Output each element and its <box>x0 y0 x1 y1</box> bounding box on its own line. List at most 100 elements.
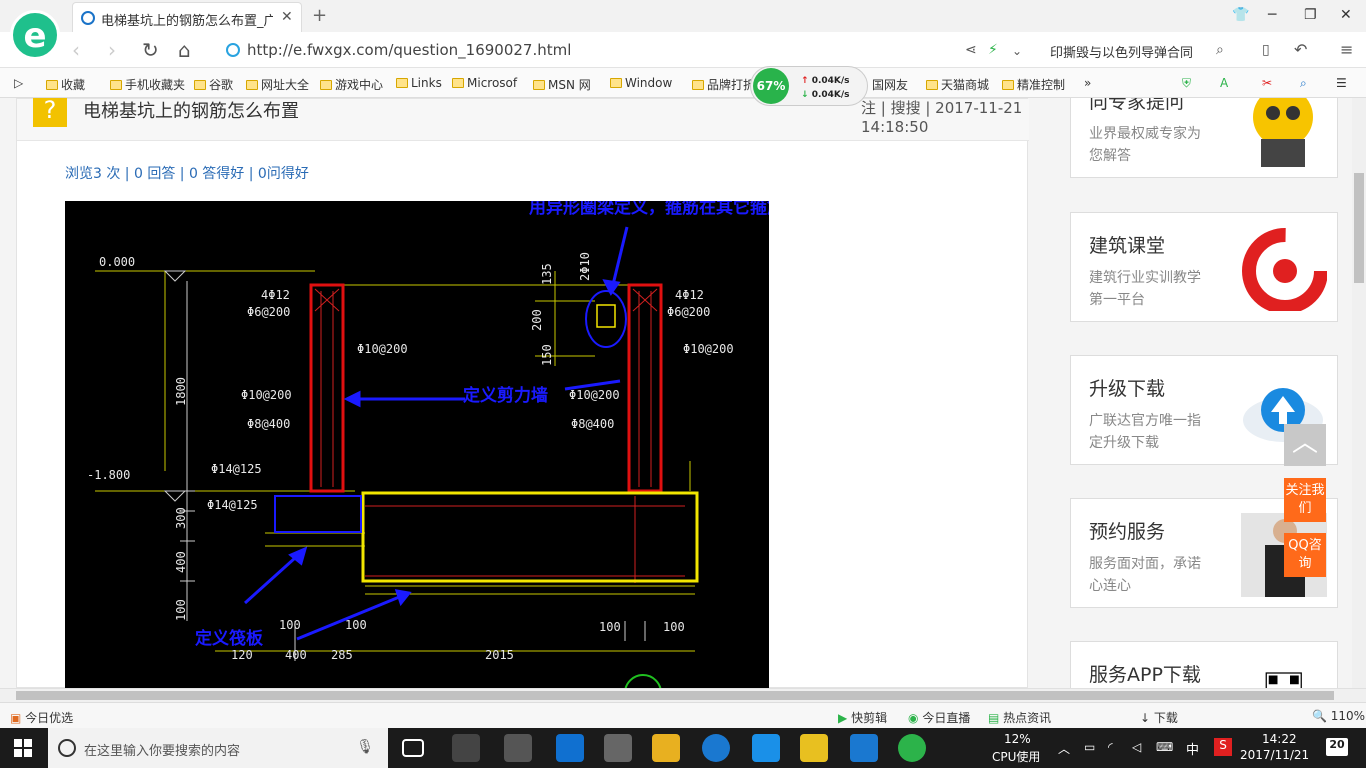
back-to-top-button[interactable]: ︿ <box>1284 424 1326 466</box>
shield-icon[interactable]: ⛨ <box>1182 76 1191 91</box>
bookmark-item[interactable]: Links <box>396 76 442 90</box>
card-expert[interactable]: 向专家提问 业界最权威专家为您解答 <box>1070 98 1338 178</box>
status-item[interactable]: ↓ 下载 <box>1140 709 1178 726</box>
clock-date[interactable]: 2017/11/21 <box>1240 748 1309 762</box>
download-speed: ↓ 0.04K/s <box>801 90 850 100</box>
zoom-level[interactable]: 🔍 110% <box>1312 709 1365 723</box>
follow-us-button[interactable]: 关注我们 <box>1284 478 1326 522</box>
scroll-thumb[interactable] <box>1354 173 1364 283</box>
taskbar: 在这里输入你要搜索的内容 🎙 12% CPU使用 ︿ ▭ ◜ ◁ ⌨ 中 S 1… <box>0 728 1366 768</box>
ime-indicator[interactable]: 中 <box>1186 739 1199 758</box>
question-stats[interactable]: 浏览3 次 | 0 回答 | 0 答得好 | 0问得好 <box>65 163 309 183</box>
back-button[interactable]: ‹ <box>72 38 80 62</box>
memory-percent: 67% <box>753 68 789 104</box>
close-window-button[interactable]: ✕ <box>1340 7 1352 23</box>
url-input[interactable]: http://e.fwxgx.com/question_1690027.html <box>247 41 571 59</box>
home-button[interactable]: ⌂ <box>178 38 191 62</box>
cad-label: Φ10@200 <box>569 388 620 402</box>
today-picks[interactable]: ▣ 今日优选 <box>10 709 73 726</box>
bookmark-item[interactable]: 国网友 <box>872 76 908 93</box>
task-view-icon[interactable] <box>402 739 424 757</box>
chevron-down-icon[interactable]: ⌄ <box>1012 44 1022 58</box>
cad-label: 100 <box>279 618 301 632</box>
restore-button[interactable]: ❐ <box>1304 7 1317 23</box>
vertical-scrollbar[interactable] <box>1352 98 1366 688</box>
taskbar-search-input[interactable]: 在这里输入你要搜索的内容 <box>84 740 240 759</box>
minimize-button[interactable]: ─ <box>1268 7 1276 23</box>
cad-label: Φ14@125 <box>211 462 262 476</box>
cad-label: 100 <box>599 620 621 634</box>
sogou-icon[interactable]: S <box>1214 738 1232 756</box>
app-fan-icon[interactable] <box>452 734 480 762</box>
app-chrome-icon[interactable] <box>504 734 532 762</box>
more-bookmarks-icon[interactable]: » <box>1084 76 1091 90</box>
bookmark-item[interactable]: 精准控制 <box>1002 76 1065 93</box>
share-icon[interactable]: ⋖ <box>965 42 977 58</box>
scroll-thumb[interactable] <box>16 691 1334 700</box>
bookmark-item[interactable]: 品牌打折 <box>692 76 755 93</box>
shirt-icon[interactable]: 👕 <box>1232 7 1249 23</box>
bookmark-item[interactable]: MSN 网 <box>533 76 591 93</box>
card-app[interactable]: 服务APP下载 <box>1070 641 1338 688</box>
cad-label: 100 <box>174 599 188 621</box>
card-course[interactable]: 建筑课堂 建筑行业实训教学第一平台 <box>1070 212 1338 322</box>
search-icon[interactable]: ⌕ <box>1216 42 1224 58</box>
tray-chevron-icon[interactable]: ︿ <box>1058 740 1070 757</box>
bookmark-item[interactable]: Microsof <box>452 76 517 90</box>
translate-icon[interactable]: A <box>1220 76 1228 90</box>
browser-logo-icon[interactable]: e <box>10 10 60 60</box>
app-g-icon[interactable] <box>850 734 878 762</box>
notification-badge[interactable]: 20 <box>1326 738 1348 756</box>
card-title: 向专家提问 <box>1089 98 1185 113</box>
bookmark-item[interactable]: 谷歌 <box>194 76 233 93</box>
store-icon[interactable] <box>604 734 632 762</box>
search-input[interactable]: 印撕毁与以色列导弹合同 <box>1050 42 1193 61</box>
upload-speed: ↑ 0.04K/s <box>801 76 850 86</box>
tab-close-icon[interactable]: ✕ <box>281 9 293 25</box>
ie-icon[interactable] <box>702 734 730 762</box>
magnifier-icon[interactable]: ⌕ <box>1300 76 1307 91</box>
right-sidebar: 向专家提问 业界最权威专家为您解答 建筑课堂 建筑行业实训教学第一平台 升级下载… <box>1070 98 1338 688</box>
mobile-icon[interactable]: ▯ <box>1262 42 1270 58</box>
wifi-icon[interactable]: ◜ <box>1108 740 1113 754</box>
new-tab-button[interactable]: + <box>312 5 327 26</box>
keyboard-icon[interactable]: ⌨ <box>1156 740 1173 754</box>
notepad-icon[interactable] <box>800 734 828 762</box>
menu-lines-icon[interactable]: ☰ <box>1336 76 1347 90</box>
windows-start-button[interactable] <box>14 739 32 757</box>
status-item[interactable]: ◉ 今日直播 <box>908 709 970 726</box>
bookmark-item[interactable]: 网址大全 <box>246 76 309 93</box>
browser-taskbar-icon[interactable] <box>898 734 926 762</box>
bookmark-item[interactable]: 游戏中心 <box>320 76 383 93</box>
taskbar-search[interactable]: 在这里输入你要搜索的内容 🎙 <box>48 728 388 768</box>
browser-tab[interactable]: 电梯基坑上的钢筋怎么布置_广联 ✕ <box>72 2 302 32</box>
sidebar-toggle-icon[interactable]: ▷ <box>14 76 23 90</box>
battery-icon[interactable]: ▭ <box>1084 740 1095 754</box>
question-icon: ? <box>33 98 67 127</box>
app-plus-icon[interactable] <box>752 734 780 762</box>
menu-icon[interactable]: ≡ <box>1340 40 1353 59</box>
edge-icon[interactable] <box>556 734 584 762</box>
cad-label: 285 <box>331 648 353 662</box>
clock-time[interactable]: 14:22 <box>1262 732 1297 746</box>
qq-consult-button[interactable]: QQ咨询 <box>1284 533 1326 577</box>
horizontal-scrollbar[interactable] <box>0 688 1366 702</box>
cad-label: 400 <box>285 648 307 662</box>
file-explorer-icon[interactable] <box>652 734 680 762</box>
bookmark-item[interactable]: 天猫商城 <box>926 76 989 93</box>
scissors-icon[interactable]: ✂ <box>1262 76 1272 90</box>
status-item[interactable]: ▤ 热点资讯 <box>988 709 1051 726</box>
bookmark-item[interactable]: 手机收藏夹 <box>110 76 185 93</box>
refresh-button[interactable]: ↻ <box>142 38 159 62</box>
forward-button[interactable]: › <box>108 38 116 62</box>
undo-icon[interactable]: ↶ <box>1294 40 1307 59</box>
lightning-icon[interactable]: ⚡ <box>988 42 998 58</box>
bookmark-item[interactable]: Window <box>610 76 672 90</box>
volume-icon[interactable]: ◁ <box>1132 740 1141 754</box>
microphone-icon[interactable]: 🎙 <box>356 739 374 755</box>
cad-label: Φ6@200 <box>667 305 710 319</box>
network-speed-widget[interactable]: 67% ↑ 0.04K/s ↓ 0.04K/s <box>750 66 868 106</box>
status-item[interactable]: ▶ 快剪辑 <box>838 709 887 726</box>
bookmark-item[interactable]: 收藏 <box>46 76 85 93</box>
card-desc: 建筑行业实训教学第一平台 <box>1089 270 1201 308</box>
